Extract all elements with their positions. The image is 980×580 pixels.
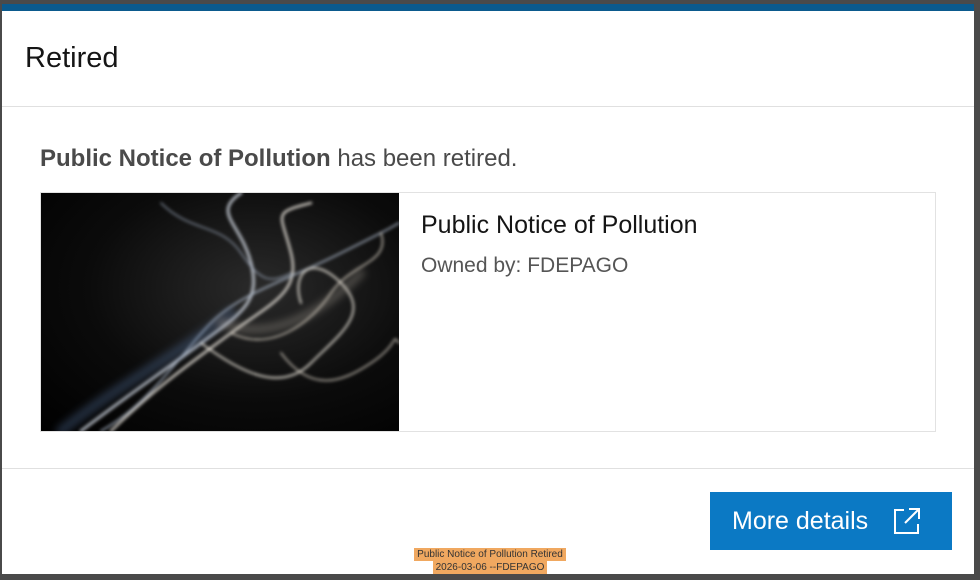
external-link-icon — [892, 506, 922, 536]
smoke-image — [56, 193, 399, 431]
item-owner: Owned by: FDEPAGO — [421, 254, 629, 277]
dialog-body: Public Notice of Pollution has been reti… — [2, 107, 974, 469]
item-card: Public Notice of Pollution Owned by: FDE… — [40, 192, 936, 432]
dialog-title: Retired — [25, 42, 119, 74]
retired-message: Public Notice of Pollution has been reti… — [40, 145, 517, 173]
dialog-footer: More details — [2, 469, 974, 569]
retired-dialog: Retired Public Notice of Pollution has b… — [2, 4, 974, 574]
retired-message-suffix: has been retired. — [330, 145, 518, 172]
retired-item-name: Public Notice of Pollution — [40, 145, 331, 172]
dialog-header: Retired — [2, 11, 974, 107]
item-title: Public Notice of Pollution — [421, 211, 698, 239]
more-details-button[interactable]: More details — [710, 492, 952, 550]
item-info: Public Notice of Pollution Owned by: FDE… — [399, 193, 720, 431]
more-details-label: More details — [732, 506, 869, 535]
item-thumbnail — [41, 193, 399, 431]
